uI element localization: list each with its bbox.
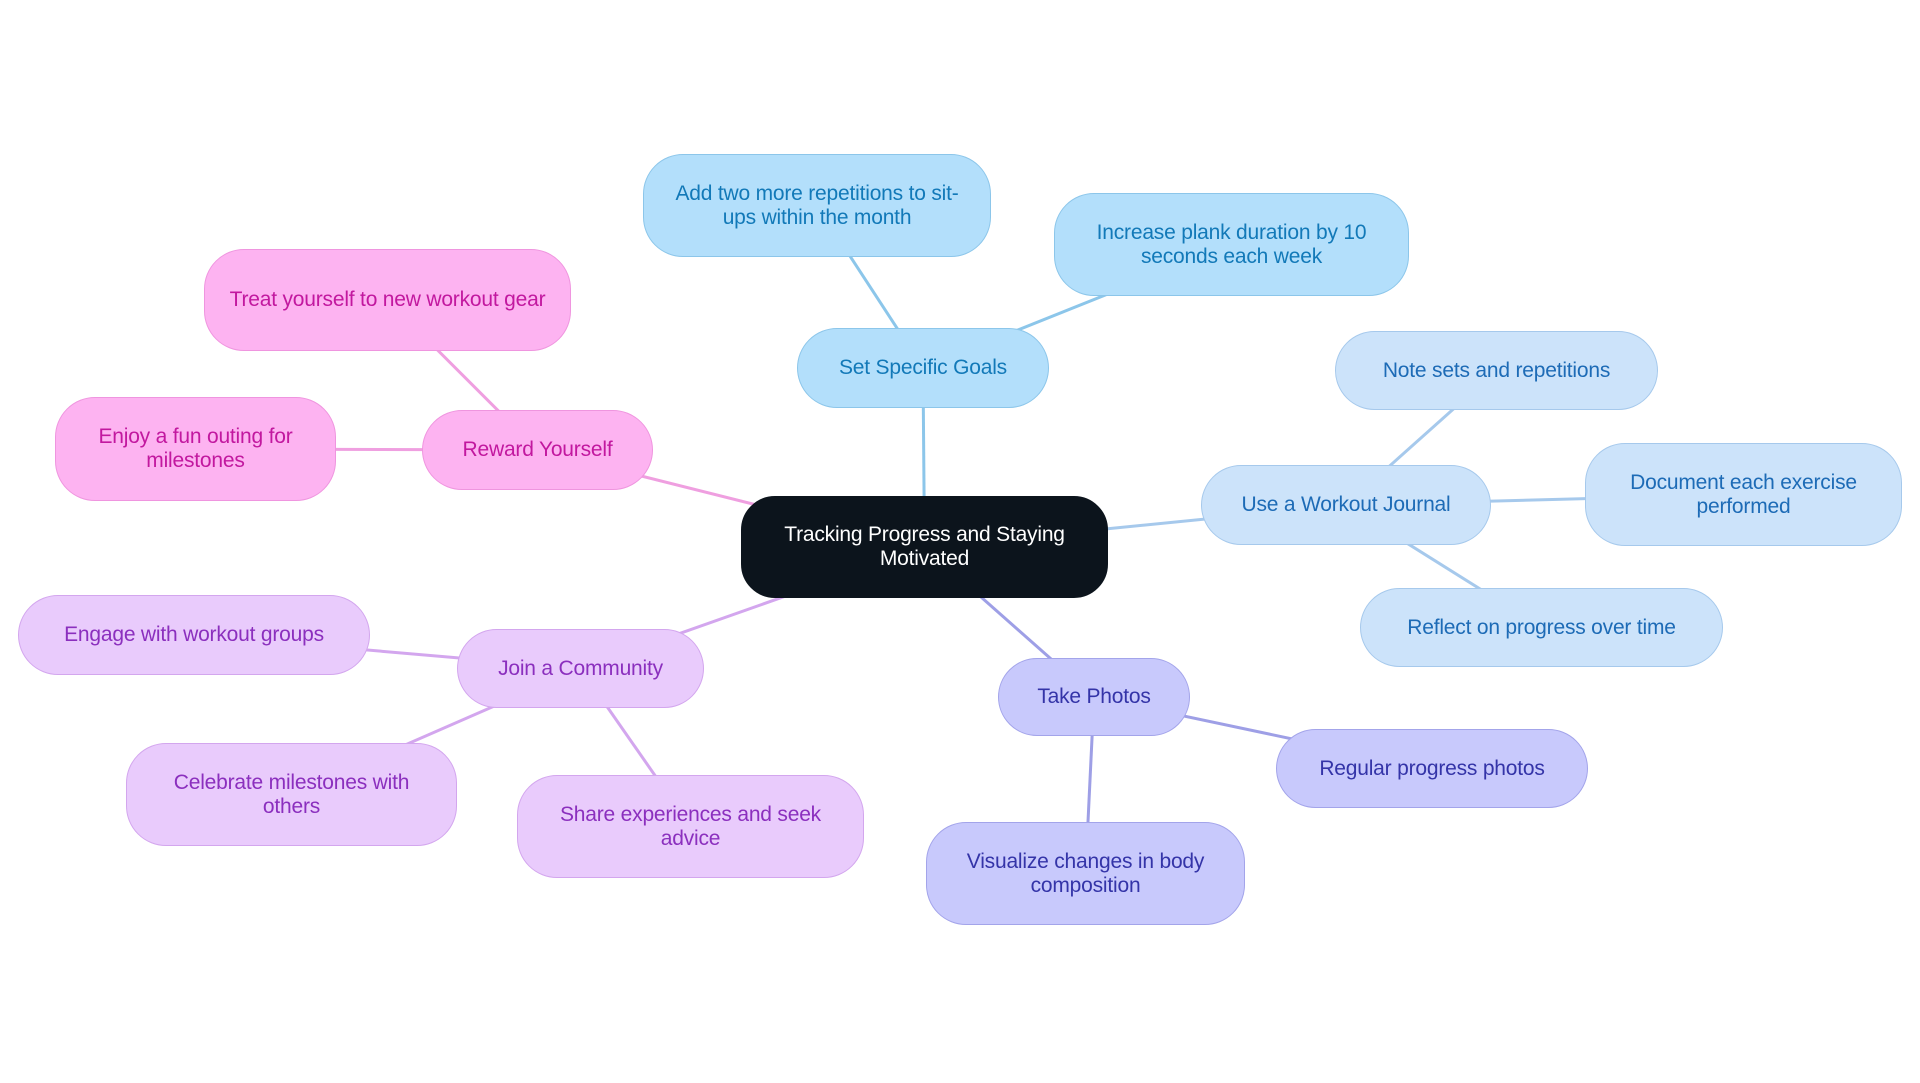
branch-node-workout-journal[interactable]: Use a Workout Journal [1201,465,1491,545]
leaf-node-plank[interactable]: Increase plank duration by 10 seconds ea… [1054,193,1409,296]
leaf-node-document-exercise[interactable]: Document each exercise performed [1585,443,1902,546]
leaf-label: Engage with workout groups [64,623,324,646]
leaf-label: Increase plank duration by 10 seconds ea… [1096,220,1367,268]
leaf-label: Treat yourself to new workout gear [229,288,546,311]
branch-label: Use a Workout Journal [1241,493,1451,516]
leaf-label: Note sets and repetitions [1382,358,1611,382]
root-label: Tracking Progress and Staying Motivated [784,523,1065,570]
branch-label: Reward Yourself [462,438,613,461]
leaf-node-engage-groups[interactable]: Engage with workout groups [18,595,370,675]
leaf-label: Document each exercise performed [1630,470,1857,518]
leaf-node-regular-photos[interactable]: Regular progress photos [1276,729,1588,808]
branch-label: Set Specific Goals [839,356,1007,379]
root-node[interactable]: Tracking Progress and Staying Motivated [741,496,1108,598]
leaf-node-share-experiences[interactable]: Share experiences and seek advice [517,775,864,878]
leaf-label: Share experiences and seek advice [560,802,821,850]
leaf-label: Enjoy a fun outing for milestones [98,425,293,472]
branch-node-set-specific-goals[interactable]: Set Specific Goals [797,328,1049,408]
leaf-node-fun-outing[interactable]: Enjoy a fun outing for milestones [55,397,336,501]
leaf-node-workout-gear[interactable]: Treat yourself to new workout gear [204,249,571,351]
branch-node-reward-yourself[interactable]: Reward Yourself [422,410,653,490]
leaf-label: Regular progress photos [1319,756,1545,780]
leaf-node-celebrate-milestones[interactable]: Celebrate milestones with others [126,743,457,846]
branch-label: Take Photos [1037,685,1151,708]
leaf-label: Add two more repetitions to sit-ups with… [675,181,959,229]
leaf-label: Reflect on progress over time [1407,615,1676,639]
leaf-node-reflect-progress[interactable]: Reflect on progress over time [1360,588,1723,667]
branch-node-join-community[interactable]: Join a Community [457,629,704,708]
leaf-label: Visualize changes in body composition [966,849,1205,897]
leaf-label: Celebrate milestones with others [173,770,410,818]
leaf-node-note-sets[interactable]: Note sets and repetitions [1335,331,1658,410]
branch-node-take-photos[interactable]: Take Photos [998,658,1190,736]
leaf-node-visualize-changes[interactable]: Visualize changes in body composition [926,822,1245,925]
branch-label: Join a Community [498,656,663,680]
leaf-node-sit-ups[interactable]: Add two more repetitions to sit-ups with… [643,154,991,257]
